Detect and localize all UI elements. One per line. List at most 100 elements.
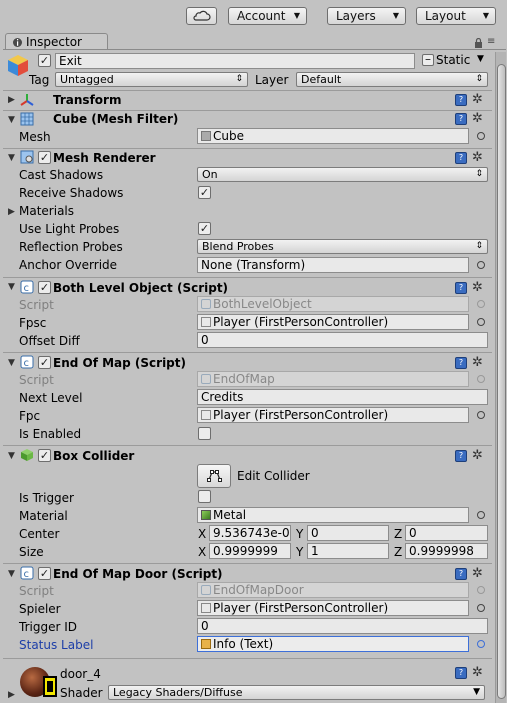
object-picker-icon[interactable]: [477, 604, 485, 612]
cast-shadows-label: Cast Shadows: [19, 168, 104, 182]
gear-icon[interactable]: ✲: [472, 356, 483, 369]
dropdown-arrow-icon: ▼: [473, 687, 480, 697]
static-dropdown-arrow-icon[interactable]: ▼: [477, 54, 484, 64]
help-icon[interactable]: ?: [455, 568, 467, 580]
help-icon[interactable]: ?: [455, 94, 467, 106]
help-icon[interactable]: ?: [455, 450, 467, 462]
end-of-map-door-title: End Of Map Door (Script): [53, 567, 223, 581]
reflection-probes-label: Reflection Probes: [19, 240, 123, 254]
gear-icon[interactable]: ✲: [472, 449, 483, 462]
expanded-arrow-icon[interactable]: ▼: [8, 153, 15, 163]
transform-title: Transform: [53, 93, 122, 107]
collapsed-arrow-icon[interactable]: ▶: [8, 207, 15, 217]
gear-icon[interactable]: ✲: [472, 281, 483, 294]
center-z-field[interactable]: 0: [405, 525, 488, 541]
object-name-field[interactable]: Exit: [55, 53, 415, 69]
both-level-enabled-checkbox[interactable]: ✓: [38, 281, 51, 294]
expanded-arrow-icon[interactable]: ▼: [8, 282, 15, 292]
scrollbar-thumb[interactable]: [497, 64, 506, 699]
active-checkbox[interactable]: ✓: [38, 54, 51, 67]
expanded-arrow-icon[interactable]: ▼: [8, 358, 15, 368]
use-light-probes-checkbox[interactable]: ✓: [198, 222, 211, 235]
help-icon[interactable]: ?: [455, 357, 467, 369]
layers-dropdown[interactable]: Layers ▼: [327, 7, 406, 25]
static-checkbox[interactable]: –: [422, 53, 434, 66]
object-picker-icon[interactable]: [477, 261, 485, 269]
center-x-field[interactable]: 9.536743e-07: [209, 525, 291, 541]
next-level-field[interactable]: Credits: [197, 389, 488, 405]
material-label: Material: [19, 509, 68, 523]
size-y-field[interactable]: 1: [307, 543, 389, 559]
object-picker-icon[interactable]: [477, 318, 485, 326]
materials-label[interactable]: Materials: [19, 204, 74, 218]
edit-collider-label: Edit Collider: [237, 469, 310, 483]
fpc-value: Player (FirstPersonController): [213, 408, 389, 422]
object-picker-icon[interactable]: [477, 132, 485, 140]
object-picker-icon[interactable]: [477, 640, 485, 648]
mesh-value: Cube: [213, 129, 244, 143]
status-label-field[interactable]: Info (Text): [197, 636, 469, 652]
script-asset-icon: [201, 585, 211, 595]
status-label-label: Status Label: [19, 638, 94, 652]
mesh-renderer-enabled-checkbox[interactable]: ✓: [38, 151, 51, 164]
object-picker-icon[interactable]: [477, 511, 485, 519]
size-x-field[interactable]: 0.9999999: [209, 543, 291, 559]
size-z-field[interactable]: 0.9999998: [405, 543, 488, 559]
is-enabled-label: Is Enabled: [19, 427, 82, 441]
script-value: EndOfMap: [213, 372, 275, 386]
account-dropdown[interactable]: Account ▼: [228, 7, 307, 25]
cast-shadows-dropdown[interactable]: On ⇕: [197, 167, 488, 182]
layer-value: Default: [301, 73, 342, 86]
material-value: Metal: [213, 508, 247, 522]
end-of-map-enabled-checkbox[interactable]: ✓: [38, 356, 51, 369]
static-label: Static: [436, 53, 471, 67]
gear-icon[interactable]: ✲: [472, 151, 483, 164]
tab-menu-icon[interactable]: ≡: [487, 36, 495, 47]
is-trigger-checkbox[interactable]: [198, 490, 211, 503]
offset-diff-field[interactable]: 0: [197, 332, 488, 348]
script-asset-icon: [201, 374, 211, 384]
gear-icon[interactable]: ✲: [472, 112, 483, 125]
size-label: Size: [19, 545, 44, 559]
fpc-field[interactable]: Player (FirstPersonController): [197, 407, 469, 423]
end-of-map-door-enabled-checkbox[interactable]: ✓: [38, 567, 51, 580]
expanded-arrow-icon[interactable]: ▼: [8, 115, 15, 125]
trigger-id-field[interactable]: 0: [197, 618, 488, 634]
gear-icon[interactable]: ✲: [472, 567, 483, 580]
mesh-field[interactable]: Cube: [197, 128, 469, 144]
vertical-scrollbar[interactable]: [495, 52, 506, 703]
cloud-button[interactable]: [186, 7, 217, 25]
shader-dropdown[interactable]: Legacy Shaders/Diffuse ▼: [108, 685, 485, 700]
reflection-probes-dropdown[interactable]: Blend Probes ⇕: [197, 239, 488, 254]
fpsc-field[interactable]: Player (FirstPersonController): [197, 314, 469, 330]
help-icon[interactable]: ?: [455, 152, 467, 164]
collapsed-arrow-icon[interactable]: ▶: [8, 95, 15, 105]
help-icon[interactable]: ?: [455, 113, 467, 125]
center-y-field[interactable]: 0: [307, 525, 389, 541]
expanded-arrow-icon[interactable]: ▼: [8, 451, 15, 461]
trigger-id-label: Trigger ID: [19, 620, 77, 634]
collapsed-arrow-icon[interactable]: ▶: [8, 690, 15, 700]
help-icon[interactable]: ?: [455, 667, 467, 679]
cast-shadows-value: On: [202, 168, 218, 181]
gear-icon[interactable]: ✲: [472, 666, 483, 679]
object-picker-icon: [477, 586, 485, 594]
layer-dropdown[interactable]: Default ⇕: [296, 72, 488, 87]
is-enabled-checkbox[interactable]: [198, 427, 211, 440]
tab-inspector[interactable]: Inspector: [5, 33, 108, 50]
spieler-field[interactable]: Player (FirstPersonController): [197, 600, 469, 616]
center-x-label: X: [198, 527, 207, 541]
edit-collider-button[interactable]: [197, 464, 231, 488]
receive-shadows-checkbox[interactable]: ✓: [198, 186, 211, 199]
tag-dropdown[interactable]: Untagged ⇕: [55, 72, 248, 87]
help-icon[interactable]: ?: [455, 282, 467, 294]
expanded-arrow-icon[interactable]: ▼: [8, 569, 15, 579]
material-field[interactable]: Metal: [197, 507, 469, 523]
mesh-label: Mesh: [19, 130, 51, 144]
box-collider-enabled-checkbox[interactable]: ✓: [38, 449, 51, 462]
layout-dropdown[interactable]: Layout ▼: [416, 7, 496, 25]
anchor-override-field[interactable]: None (Transform): [197, 257, 469, 273]
object-picker-icon[interactable]: [477, 411, 485, 419]
component-ref-icon: [201, 410, 211, 420]
gear-icon[interactable]: ✲: [472, 93, 483, 106]
